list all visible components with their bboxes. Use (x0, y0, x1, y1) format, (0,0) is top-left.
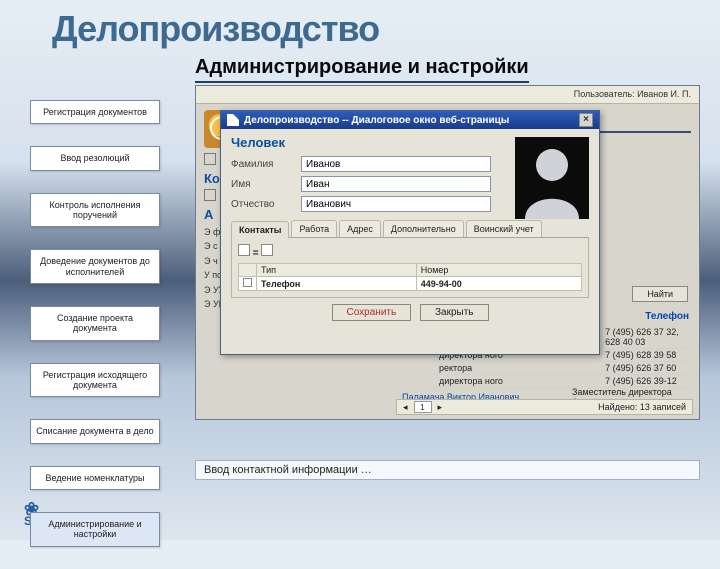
contacts-table: Тип Номер Телефон 449-94-00 (238, 263, 582, 291)
tab-contacts[interactable]: Контакты (231, 221, 289, 238)
row-tel: 7 (495) 626 37 60 (602, 363, 690, 373)
find-button[interactable]: Найти (632, 286, 688, 302)
person-dialog: Делопроизводство -- Диалоговое окно веб-… (220, 110, 600, 355)
user-name: Иванов И. П. (637, 89, 691, 99)
close-button[interactable]: Закрыть (420, 304, 489, 321)
dialog-tabs: Контакты Работа Адрес Дополнительно Воин… (231, 220, 589, 238)
nav-archive[interactable]: Списание документа в дело (30, 419, 160, 443)
result-count: Найдено: 13 записей (598, 402, 686, 412)
tab-additional[interactable]: Дополнительно (383, 220, 464, 237)
col-type[interactable]: Тип (257, 264, 417, 277)
table-row[interactable]: ректора 7 (495) 626 37 60 (433, 362, 693, 375)
row-pos: ректора (436, 363, 602, 373)
remove-contact-icon[interactable] (261, 244, 273, 256)
user-label: Пользователь: (574, 89, 635, 99)
contacts-panel: = Тип Номер Телефон 449-94-00 (231, 238, 589, 298)
firstname-label: Имя (231, 179, 301, 190)
page-subtitle: Администрирование и настройки (195, 56, 529, 83)
row-tel: 7 (495) 626 39-12 (602, 376, 690, 386)
lastname-input[interactable] (301, 156, 491, 172)
nav-exec-control[interactable]: Контроль исполнения поручений (30, 193, 160, 228)
nav-outgoing-register[interactable]: Регистрация исходящего документа (30, 363, 160, 398)
tab-military[interactable]: Воинский учет (466, 220, 542, 237)
page-main-title: Делопроизводство (52, 8, 379, 50)
equals-icon: = (253, 248, 262, 259)
process-nav: Регистрация документов Ввод резолюций Ко… (30, 100, 160, 569)
dialog-doc-icon (227, 114, 239, 126)
tb-ic-1[interactable] (204, 189, 216, 201)
pager-current[interactable]: 1 (414, 401, 432, 413)
pager-prev-icon[interactable]: ◂ (403, 402, 408, 413)
slide-caption: Ввод контактной информации … (195, 460, 700, 480)
save-button[interactable]: Сохранить (332, 304, 412, 321)
nav-register-docs[interactable]: Регистрация документов (30, 100, 160, 124)
nav-resolutions[interactable]: Ввод резолюций (30, 146, 160, 170)
cell-type: Телефон (257, 277, 417, 291)
dialog-titlebar[interactable]: Делопроизводство -- Диалоговое окно веб-… (221, 111, 599, 129)
patronymic-input[interactable] (301, 196, 491, 212)
avatar-silhouette (515, 137, 589, 219)
tab-work[interactable]: Работа (291, 220, 337, 237)
row-pos: директора ного (436, 376, 602, 386)
row-tel: 7 (495) 626 37 32, 628 40 03 (602, 327, 690, 347)
nav-admin-settings[interactable]: Администрирование и настройки (30, 512, 160, 547)
row-icon (243, 278, 252, 287)
pager-next-icon[interactable]: ▸ (438, 402, 443, 413)
tab-address[interactable]: Адрес (339, 220, 381, 237)
patronymic-label: Отчество (231, 199, 301, 210)
app-window-header: Пользователь: Иванов И. П. (196, 86, 699, 104)
add-contact-icon[interactable] (238, 244, 250, 256)
table-row[interactable]: Телефон 449-94-00 (239, 277, 582, 291)
dialog-title-text: Делопроизводство -- Диалоговое окно веб-… (244, 115, 509, 126)
nav-create-draft[interactable]: Создание проекта документа (30, 306, 160, 341)
row-tel: 7 (495) 628 39 58 (602, 350, 690, 360)
nav-nomenclature[interactable]: Ведение номенклатуры (30, 466, 160, 490)
col-head-telephone: Телефон (645, 311, 689, 322)
cell-number: 449-94-00 (416, 277, 581, 291)
lastname-label: Фамилия (231, 159, 301, 170)
dialog-close-button[interactable]: × (579, 113, 593, 127)
nav-deliver-docs[interactable]: Доведение документов до исполнителей (30, 249, 160, 284)
col-number[interactable]: Номер (416, 264, 581, 277)
toolbar-icon-a[interactable] (204, 153, 216, 165)
firstname-input[interactable] (301, 176, 491, 192)
